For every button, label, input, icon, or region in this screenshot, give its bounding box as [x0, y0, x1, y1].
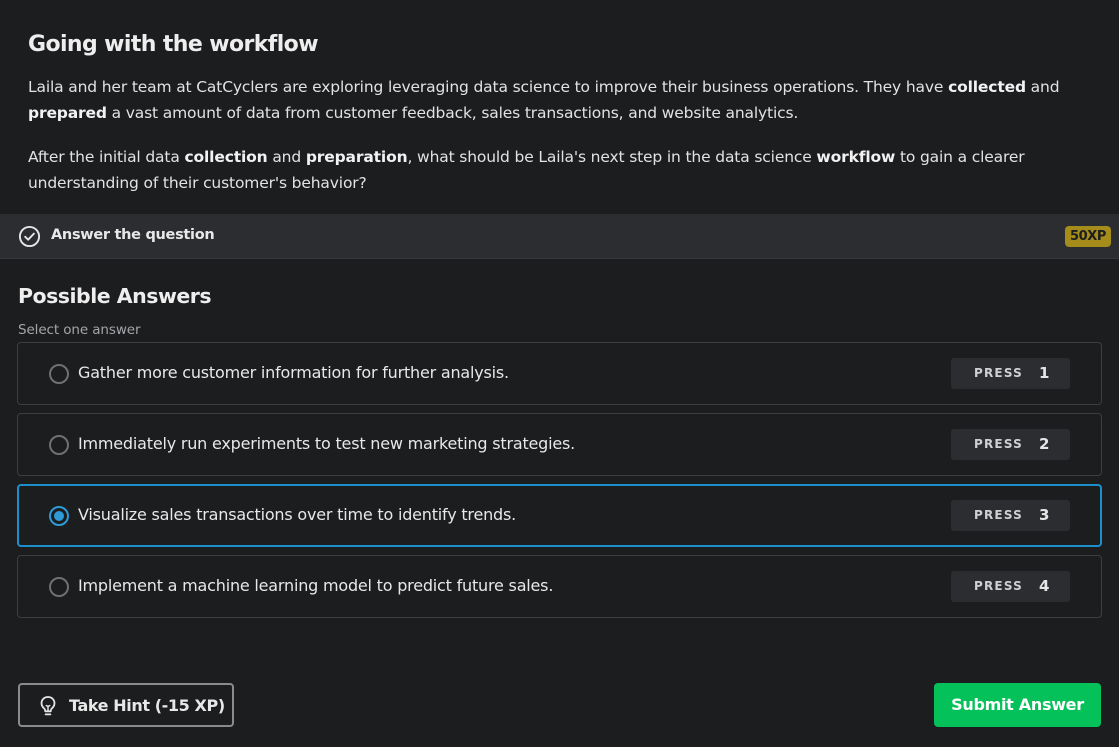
task-bar: Answer the question 50XP: [0, 214, 1119, 259]
context-text: Laila and her team at CatCyclers are exp…: [28, 78, 949, 96]
answer-option-1[interactable]: Gather more customer information for fur…: [17, 342, 1102, 405]
exercise-panel: Going with the workflow Laila and her te…: [28, 30, 1098, 196]
radio-button-selected[interactable]: [49, 506, 69, 526]
answer-option-4[interactable]: Implement a machine learning model to pr…: [17, 555, 1102, 618]
keyboard-shortcut-hint: PRESS 1: [951, 358, 1070, 389]
question-bold-text: collection: [184, 148, 268, 166]
lightbulb-icon: [40, 696, 56, 716]
radio-button[interactable]: [49, 435, 69, 455]
answer-text: Visualize sales transactions over time t…: [78, 505, 517, 524]
shortcut-key: 2: [1039, 435, 1050, 453]
check-circle-icon: [18, 225, 41, 248]
radio-button[interactable]: [49, 364, 69, 384]
submit-answer-button[interactable]: Submit Answer: [934, 683, 1101, 727]
answer-option-2[interactable]: Immediately run experiments to test new …: [17, 413, 1102, 476]
keyboard-shortcut-hint: PRESS 4: [951, 571, 1070, 602]
context-text: and: [1025, 78, 1060, 96]
press-label: PRESS: [974, 366, 1023, 380]
shortcut-key: 1: [1039, 364, 1050, 382]
select-one-hint: Select one answer: [18, 322, 141, 338]
exercise-context: Laila and her team at CatCyclers are exp…: [28, 74, 1098, 126]
exercise-page: Going with the workflow Laila and her te…: [0, 0, 1119, 747]
exercise-title: Going with the workflow: [28, 32, 319, 57]
context-bold-text: collected: [948, 78, 1026, 96]
question-bold-text: preparation: [305, 148, 408, 166]
answer-option-3[interactable]: Visualize sales transactions over time t…: [17, 484, 1102, 547]
press-label: PRESS: [974, 579, 1023, 593]
radio-button[interactable]: [49, 577, 69, 597]
answer-text: Gather more customer information for fur…: [78, 363, 509, 382]
keyboard-shortcut-hint: PRESS 3: [951, 500, 1070, 531]
shortcut-key: 4: [1039, 577, 1050, 595]
keyboard-shortcut-hint: PRESS 2: [951, 429, 1070, 460]
exercise-question: After the initial data collection and pr…: [28, 144, 1098, 196]
question-bold-text: workflow: [816, 148, 896, 166]
question-text: and: [267, 148, 306, 166]
take-hint-button[interactable]: Take Hint (-15 XP): [18, 683, 234, 727]
task-label: Answer the question: [51, 227, 215, 243]
take-hint-label: Take Hint (-15 XP): [69, 696, 225, 715]
submit-answer-label: Submit Answer: [951, 695, 1084, 714]
question-text: After the initial data: [28, 148, 185, 166]
shortcut-key: 3: [1039, 506, 1050, 524]
context-bold-text: prepared: [28, 104, 107, 122]
context-text: a vast amount of data from customer feed…: [106, 104, 799, 122]
question-text: , what should be Laila's next step in th…: [407, 148, 817, 166]
possible-answers-title: Possible Answers: [18, 284, 212, 308]
answer-text: Implement a machine learning model to pr…: [78, 576, 554, 595]
answer-text: Immediately run experiments to test new …: [78, 434, 576, 453]
press-label: PRESS: [974, 437, 1023, 451]
press-label: PRESS: [974, 508, 1023, 522]
xp-badge: 50XP: [1064, 226, 1111, 247]
